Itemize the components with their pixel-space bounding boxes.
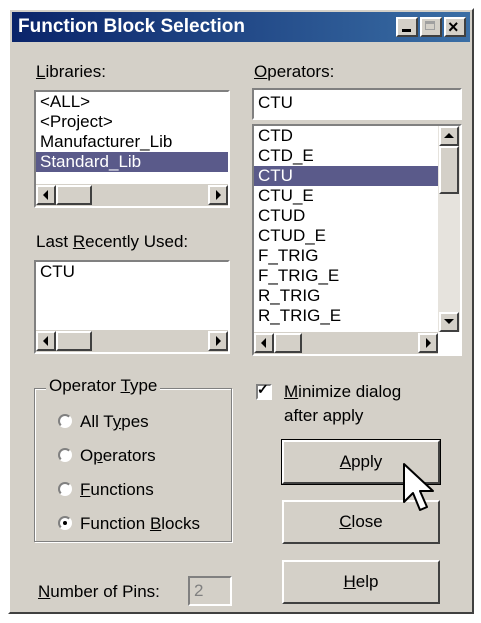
help-button[interactable]: Help <box>282 560 440 604</box>
scroll-down-button[interactable] <box>439 312 459 332</box>
radio-circle-icon <box>58 482 72 496</box>
libraries-label: Libraries: <box>36 62 106 81</box>
library-list-item[interactable]: Standard_Lib <box>36 152 228 172</box>
scroll-right-button[interactable] <box>208 331 228 351</box>
scroll-thumb[interactable] <box>274 333 302 353</box>
operator-search-value: CTU <box>258 93 293 112</box>
library-list-item[interactable]: <ALL> <box>36 92 228 112</box>
pins-value: 2 <box>194 581 204 600</box>
minimize-label-line1[interactable]: Minimize dialog <box>284 382 401 402</box>
library-list-item[interactable]: <Project> <box>36 112 228 132</box>
minimize-checkbox[interactable]: ✓ <box>256 381 272 400</box>
maximize-button[interactable] <box>420 17 442 37</box>
operator-search-input[interactable]: CTU <box>252 88 462 120</box>
arrow-left-icon <box>43 190 48 200</box>
mouse-cursor-icon <box>403 463 434 511</box>
recent-hscrollbar[interactable] <box>36 330 228 352</box>
pins-label: Number of Pins: <box>38 582 160 601</box>
scroll-left-button[interactable] <box>36 331 56 351</box>
operator-list-item[interactable]: R_TRIG <box>254 286 438 306</box>
arrow-right-icon <box>216 190 221 200</box>
arrow-left-icon <box>43 336 48 346</box>
radio-label: Function Blocks <box>80 514 201 533</box>
arrow-right-icon <box>426 338 431 348</box>
window-title: Function Block Selection <box>18 16 245 37</box>
minimize-button[interactable] <box>396 17 418 37</box>
operator-list-item[interactable]: CTD_E <box>254 146 438 166</box>
minimize-label-line2[interactable]: after apply <box>284 406 363 426</box>
scroll-up-button[interactable] <box>439 126 459 146</box>
close-icon: × <box>448 17 459 37</box>
libraries-list[interactable]: <ALL> <Project> Manufacturer_Lib Standard_L… <box>34 90 230 208</box>
scroll-right-button[interactable] <box>418 333 438 353</box>
function-block-selection-dialog: Function Block Selection × Libraries: <A… <box>8 8 474 614</box>
operators-hscrollbar[interactable] <box>254 332 438 354</box>
operator-list-item[interactable]: F_TRIG_E <box>254 266 438 286</box>
scroll-right-button[interactable] <box>208 185 228 205</box>
recent-label: Last Recently Used: <box>36 232 189 251</box>
arrow-left-icon <box>261 338 266 348</box>
operator-list-item[interactable]: R_TRIG_E <box>254 306 438 326</box>
operator-list-item[interactable]: CTD <box>254 126 438 146</box>
recent-list-item[interactable]: CTU <box>36 262 228 282</box>
operator-list-item[interactable]: CTUD_E <box>254 226 438 246</box>
close-window-button[interactable]: × <box>444 17 466 37</box>
radio-circle-icon <box>58 448 72 462</box>
pins-input[interactable]: 2 <box>188 576 232 606</box>
libraries-hscrollbar[interactable] <box>36 184 228 206</box>
arrow-right-icon <box>216 336 221 346</box>
check-icon: ✓ <box>257 381 269 397</box>
radio-label: All Types <box>80 412 149 431</box>
scroll-left-button[interactable] <box>254 333 274 353</box>
scroll-thumb[interactable] <box>56 185 92 205</box>
operator-list-item[interactable]: CTU <box>254 166 438 186</box>
operator-list-item[interactable]: F_TRIG <box>254 246 438 266</box>
operator-list-item[interactable]: CTU_E <box>254 186 438 206</box>
radio-label: Operators <box>80 446 156 465</box>
radio-circle-icon <box>58 516 72 530</box>
operator-list-item[interactable]: CTUD <box>254 206 438 226</box>
arrow-down-icon <box>444 319 454 324</box>
operator-type-legend: Operator Type <box>46 376 161 396</box>
operators-list[interactable]: CTD CTD_E CTU CTU_E CTUD CTUD_E F_TRIG F_TRIG_E… <box>252 124 462 356</box>
recent-list[interactable]: CTU <box>34 260 230 354</box>
title-bar[interactable]: Function Block Selection × <box>12 12 470 42</box>
operators-vscrollbar[interactable] <box>438 126 460 332</box>
scroll-thumb[interactable] <box>56 331 92 351</box>
operators-label: Operators: <box>254 62 335 81</box>
arrow-up-icon <box>444 133 454 138</box>
scroll-left-button[interactable] <box>36 185 56 205</box>
library-list-item[interactable]: Manufacturer_Lib <box>36 132 228 152</box>
radio-label: Functions <box>80 480 154 499</box>
radio-circle-icon <box>58 414 72 428</box>
scroll-thumb[interactable] <box>439 146 459 194</box>
